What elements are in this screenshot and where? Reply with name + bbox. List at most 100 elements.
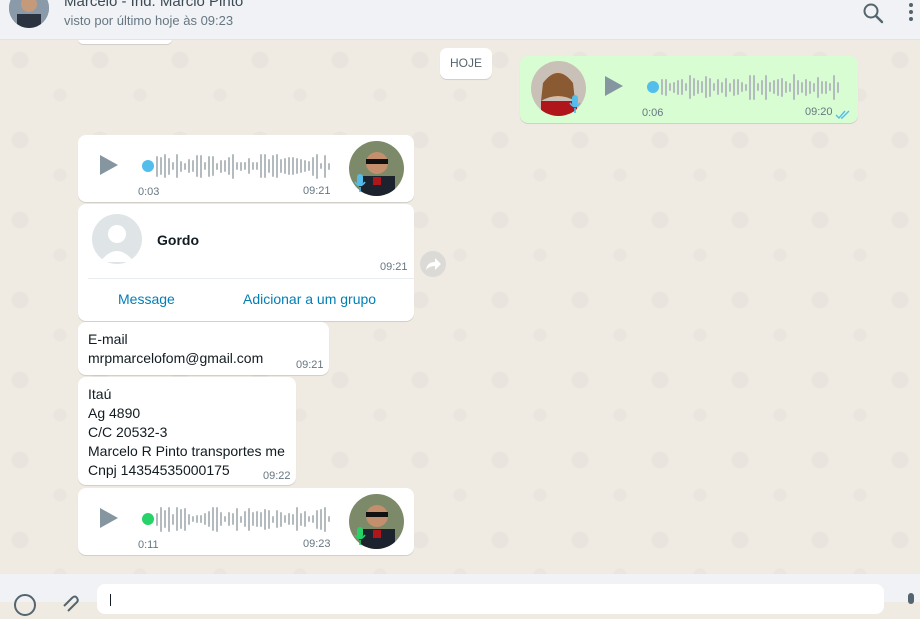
waveform-bar <box>673 81 675 93</box>
waveform-bar <box>288 157 290 175</box>
voice-duration: 0:06 <box>642 107 664 119</box>
search-icon[interactable] <box>862 2 884 24</box>
waveform-bar <box>713 83 715 91</box>
waveform-bar <box>264 508 266 530</box>
kebab-menu-icon[interactable] <box>906 2 916 24</box>
email-message[interactable]: E-mail mrpmarcelofom@gmail.com 09:21 <box>78 322 329 375</box>
voice-message-in-unplayed[interactable]: 0:11 09:23 <box>78 488 414 555</box>
waveform-bar <box>324 154 326 178</box>
waveform-bar <box>200 154 202 178</box>
waveform-bar <box>817 76 819 98</box>
playback-knob[interactable] <box>142 160 154 172</box>
shared-contact-name[interactable]: Gordo <box>157 232 199 248</box>
waveform-bar <box>272 515 274 523</box>
waveform-bar <box>212 507 214 531</box>
card-divider <box>88 278 414 279</box>
add-to-group-button[interactable]: Adicionar a um grupo <box>243 291 376 307</box>
contact-avatar[interactable] <box>9 0 49 28</box>
waveform-bar <box>244 511 246 527</box>
waveform-bar <box>797 79 799 95</box>
message-contact-button[interactable]: Message <box>118 291 175 307</box>
waveform-bar <box>280 159 282 173</box>
waveform-bar <box>757 83 759 91</box>
waveform-bar <box>160 506 162 532</box>
bank-details-message[interactable]: Itaú Ag 4890 C/C 20532-3 Marcelo R Pinto… <box>78 377 296 485</box>
play-icon[interactable] <box>605 76 623 96</box>
waveform-bar <box>284 158 286 174</box>
waveform-bar <box>204 162 206 170</box>
waveform-bar <box>701 81 703 93</box>
waveform-bar <box>172 162 174 170</box>
waveform-bar <box>252 162 254 170</box>
waveform-bar <box>184 162 186 170</box>
waveform-bar <box>308 161 310 171</box>
waveform-bar <box>320 163 322 169</box>
waveform-bar <box>725 77 727 97</box>
waveform-bar <box>276 154 278 178</box>
waveform-bar <box>180 160 182 172</box>
chat-messages-pane[interactable]: HOJE 0:06 09:20 0:03 09:21 Gordo 09:21 M… <box>0 40 920 574</box>
waveform-bar <box>208 511 210 527</box>
waveform-bar <box>216 162 218 170</box>
waveform-bar <box>833 74 835 100</box>
waveform-bar <box>793 74 795 100</box>
audio-waveform[interactable] <box>156 505 330 533</box>
waveform-bar <box>733 78 735 96</box>
play-icon[interactable] <box>100 508 118 528</box>
message-text-line[interactable]: mrpmarcelofom@gmail.com <box>88 349 263 368</box>
contact-name[interactable]: Marcelo - Ind. Marcio Pinto <box>64 0 243 10</box>
waveform-bar <box>280 511 282 527</box>
message-input[interactable] <box>97 584 884 614</box>
forward-icon[interactable] <box>420 251 446 277</box>
waveform-bar <box>312 515 314 523</box>
waveform-bar <box>184 507 186 531</box>
waveform-bar <box>773 80 775 94</box>
waveform-bar <box>196 515 198 523</box>
waveform-bar <box>256 162 258 170</box>
audio-waveform[interactable] <box>661 73 839 101</box>
voice-message-in[interactable]: 0:03 09:21 <box>78 135 414 202</box>
waveform-bar <box>837 81 839 93</box>
waveform-bar <box>741 82 743 92</box>
waveform-bar <box>316 153 318 179</box>
waveform-bar <box>204 513 206 525</box>
waveform-bar <box>260 154 262 178</box>
play-icon[interactable] <box>100 155 118 175</box>
waveform-bar <box>669 83 671 91</box>
waveform-bar <box>156 155 158 177</box>
playback-knob[interactable] <box>142 513 154 525</box>
contact-card-message[interactable]: Gordo 09:21 Message Adicionar a um grupo <box>78 204 414 321</box>
waveform-bar <box>661 79 663 95</box>
mic-icon[interactable] <box>904 592 918 612</box>
waveform-bar <box>292 157 294 175</box>
waveform-bar <box>805 78 807 96</box>
attach-icon[interactable] <box>58 592 80 614</box>
date-separator: HOJE <box>440 48 492 79</box>
message-time: 09:21 <box>296 359 324 371</box>
waveform-bar <box>769 82 771 92</box>
audio-waveform[interactable] <box>156 152 330 180</box>
playback-knob[interactable] <box>647 81 659 93</box>
contact-placeholder-avatar <box>92 214 142 264</box>
message-text-line: Cnpj 14354535000175 <box>88 462 230 478</box>
voice-message-out[interactable]: 0:06 09:20 <box>520 56 858 123</box>
waveform-bar <box>296 158 298 174</box>
waveform-bar <box>825 80 827 94</box>
waveform-bar <box>304 160 306 172</box>
emoji-icon[interactable] <box>14 594 36 616</box>
waveform-bar <box>192 160 194 172</box>
waveform-bar <box>801 81 803 93</box>
waveform-bar <box>232 513 234 525</box>
waveform-bar <box>160 157 162 175</box>
waveform-bar <box>212 156 214 176</box>
waveform-bar <box>328 162 330 170</box>
mic-icon <box>568 94 582 114</box>
waveform-bar <box>264 154 266 178</box>
waveform-bar <box>677 79 679 95</box>
waveform-bar <box>288 513 290 525</box>
waveform-bar <box>268 509 270 529</box>
waveform-bar <box>260 511 262 527</box>
waveform-bar <box>809 80 811 94</box>
waveform-bar <box>304 511 306 527</box>
waveform-bar <box>324 506 326 532</box>
